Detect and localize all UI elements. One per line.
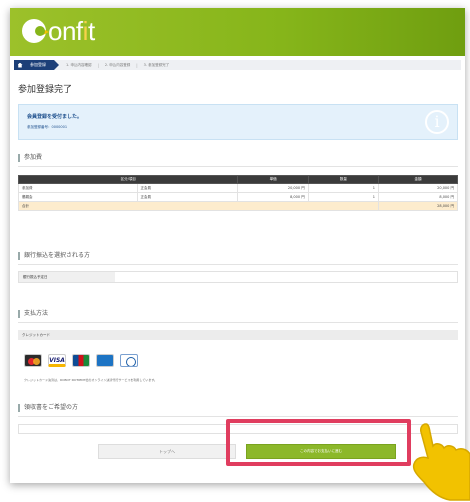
total-label: 合計 [18, 201, 379, 211]
divider [18, 322, 458, 323]
table-row: 懇親会 正会員 8,000 円 1 8,000 円 [18, 192, 459, 202]
amex-icon [96, 354, 114, 367]
info-icon: i [425, 110, 449, 134]
highlight-box [226, 419, 411, 466]
row-qty: 1 [307, 192, 379, 202]
divider [18, 166, 458, 167]
diners-icon [120, 354, 138, 367]
section-title-receipt: 領収書をご希望の方 [18, 404, 78, 412]
breadcrumb: 参加登録 1. 申込内容確認 | 2. 申込内容登録 | 3. 参加登録完了 [14, 60, 461, 70]
card-brand-list: VISA [24, 354, 138, 367]
site-header: onfit [10, 8, 465, 56]
payment-note: クレジットカード決済は、ROBOT PAYMENT社のオンライン決済代行サービス… [24, 378, 158, 382]
registration-number: 参加登録番号：0000001 [27, 125, 68, 129]
fee-table: 区分/項目 単価 数量 金額 参加費 正会員 20,000 円 1 20,000… [17, 175, 459, 211]
bank-transfer-row: 銀行振込予定日 [18, 271, 458, 283]
column-header-qty: 数量 [307, 175, 379, 184]
row-name: 懇親会 [18, 192, 138, 202]
top-button[interactable]: トップへ [98, 444, 236, 459]
breadcrumb-step-1: 1. 申込内容確認 [66, 62, 92, 67]
row-unit-price: 8,000 円 [237, 192, 309, 202]
logo-mark-icon [22, 19, 49, 43]
breadcrumb-step-3: 3. 参加登録完了 [143, 62, 170, 67]
notice-title: 会員登録を受付ました。 [27, 114, 83, 120]
total-amount: 28,000 円 [377, 201, 459, 211]
jcb-icon [72, 354, 90, 367]
column-header-unit-price: 単価 [237, 175, 309, 184]
mastercard-icon [24, 354, 42, 367]
row-name: 参加費 [18, 183, 138, 193]
logo-text: onfit [48, 16, 95, 46]
bank-transfer-label: 銀行振込予定日 [19, 272, 115, 282]
breadcrumb-current[interactable]: 参加登録 [26, 60, 59, 70]
row-amount: 8,000 円 [377, 192, 459, 202]
visa-icon: VISA [48, 354, 66, 367]
main-content: 参加登録 1. 申込内容確認 | 2. 申込内容登録 | 3. 参加登録完了 参… [14, 58, 461, 476]
row-type: 正会員 [136, 192, 239, 202]
column-header-item: 区分/項目 [17, 175, 239, 184]
page-title: 参加登録完了 [18, 85, 73, 95]
table-total-row: 合計 28,000 円 [18, 201, 459, 211]
row-type: 正会員 [136, 183, 239, 193]
payment-method-label: クレジットカード [18, 330, 458, 340]
home-icon[interactable] [14, 60, 26, 70]
row-amount: 20,000 円 [377, 183, 459, 193]
table-header-row: 区分/項目 単価 数量 金額 [17, 175, 459, 184]
breadcrumb-separator: | [136, 62, 138, 68]
pointing-hand-icon [412, 423, 470, 501]
divider [18, 416, 458, 417]
table-row: 参加費 正会員 20,000 円 1 20,000 円 [18, 183, 459, 193]
section-title-payment: 支払方法 [18, 310, 48, 318]
completion-notice: 会員登録を受付ました。 参加登録番号：0000001 i [18, 104, 458, 140]
divider [18, 264, 458, 265]
section-title-bank: 銀行振込を選択される方 [18, 252, 90, 260]
row-unit-price: 20,000 円 [237, 183, 309, 193]
breadcrumb-step-2: 2. 申込内容登録 [104, 62, 131, 67]
column-header-amount: 金額 [377, 175, 459, 184]
section-title-fee: 参加費 [18, 154, 42, 162]
breadcrumb-separator: | [97, 62, 99, 68]
confit-logo[interactable]: onfit [22, 18, 95, 44]
row-qty: 1 [307, 183, 379, 193]
